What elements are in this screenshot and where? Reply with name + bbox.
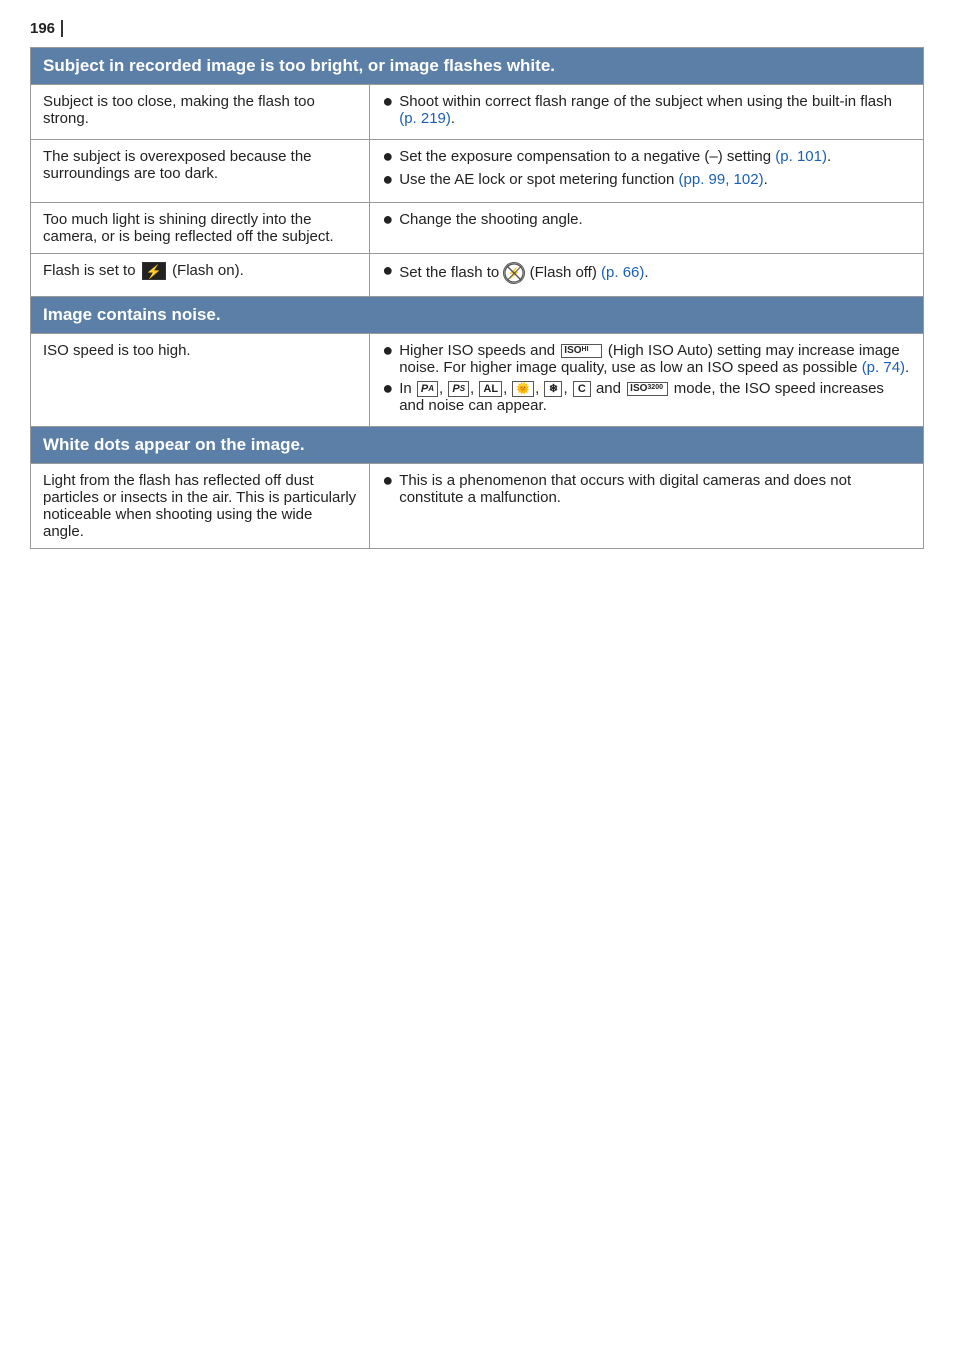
row-flash-on-left: Flash is set to ⚡ (Flash on).	[31, 254, 370, 297]
page-link[interactable]: (p. 66)	[601, 264, 644, 281]
mode-icon-pa: PA	[417, 381, 438, 397]
list-item: ● Change the shooting angle.	[382, 211, 911, 230]
flash-off-svg: ⚡	[504, 262, 524, 284]
bullet-text: Use the AE lock or spot metering functio…	[399, 171, 768, 188]
bullet-list: ● This is a phenomenon that occurs with …	[382, 472, 911, 506]
section-dots-header: White dots appear on the image.	[31, 427, 924, 464]
row-dust: Light from the flash has reflected off d…	[31, 464, 924, 549]
row-overexposed: The subject is overexposed because the s…	[31, 140, 924, 203]
page-number: 196	[30, 20, 63, 37]
row-overexposed-left: The subject is overexposed because the s…	[31, 140, 370, 203]
bullet-text: This is a phenomenon that occurs with di…	[399, 472, 911, 506]
bullet-icon: ●	[382, 470, 393, 491]
list-item: ● Set the flash to ⚡ (Flash off) (p. 66)…	[382, 262, 911, 284]
mode-icon-c: C	[573, 381, 591, 397]
page-link[interactable]: (p. 101)	[775, 148, 827, 165]
row-too-close: Subject is too close, making the flash t…	[31, 85, 924, 140]
list-item: ● Higher ISO speeds and ISOHI (High ISO …	[382, 342, 911, 376]
iso-hi-icon: ISOHI	[561, 344, 601, 358]
list-item: ● Set the exposure compensation to a neg…	[382, 148, 911, 167]
content-table: Subject in recorded image is too bright,…	[30, 47, 924, 549]
row-flash-on-right: ● Set the flash to ⚡ (Flash off) (p. 66)…	[370, 254, 924, 297]
section-bright-header: Subject in recorded image is too bright,…	[31, 48, 924, 85]
row-light-shining-right: ● Change the shooting angle.	[370, 203, 924, 254]
page-link[interactable]: (p. 74)	[862, 359, 905, 376]
flash-on-icon: ⚡	[142, 262, 166, 280]
bullet-text: Change the shooting angle.	[399, 211, 582, 228]
bullet-list: ● Change the shooting angle.	[382, 211, 911, 230]
row-too-close-left: Subject is too close, making the flash t…	[31, 85, 370, 140]
row-dust-right: ● This is a phenomenon that occurs with …	[370, 464, 924, 549]
mode-icon-al: AL	[479, 381, 502, 397]
flash-on-text: Flash is set to	[43, 262, 140, 279]
section-noise-header-row: Image contains noise.	[31, 297, 924, 334]
bullet-text: In PA, PS, AL, 🌞, ❄, C and ISO3200 mode,	[399, 380, 911, 414]
iso-3200-icon: ISO3200	[627, 382, 667, 396]
list-item: ● Shoot within correct flash range of th…	[382, 93, 911, 127]
mode-icon-snow: ❄	[544, 381, 562, 397]
row-too-close-right: ● Shoot within correct flash range of th…	[370, 85, 924, 140]
row-iso-high-left: ISO speed is too high.	[31, 334, 370, 427]
bullet-text: Higher ISO speeds and ISOHI (High ISO Au…	[399, 342, 911, 376]
row-overexposed-right: ● Set the exposure compensation to a neg…	[370, 140, 924, 203]
bullet-icon: ●	[382, 91, 393, 112]
bullet-list: ● Higher ISO speeds and ISOHI (High ISO …	[382, 342, 911, 414]
bullet-list: ● Set the flash to ⚡ (Flash off) (p. 66)…	[382, 262, 911, 284]
page-link[interactable]: (pp. 99, 102)	[679, 171, 764, 188]
bullet-list: ● Shoot within correct flash range of th…	[382, 93, 911, 127]
bullet-icon: ●	[382, 169, 393, 190]
row-light-shining-left: Too much light is shining directly into …	[31, 203, 370, 254]
bullet-icon: ●	[382, 378, 393, 399]
row-flash-on: Flash is set to ⚡ (Flash on). ● Set the …	[31, 254, 924, 297]
row-iso-high-right: ● Higher ISO speeds and ISOHI (High ISO …	[370, 334, 924, 427]
mode-icon-beach: 🌞	[512, 381, 534, 397]
page-link[interactable]: (p. 219)	[399, 110, 451, 127]
bullet-text: Set the exposure compensation to a negat…	[399, 148, 831, 165]
section-bright-header-row: Subject in recorded image is too bright,…	[31, 48, 924, 85]
list-item: ● Use the AE lock or spot metering funct…	[382, 171, 911, 190]
row-light-shining: Too much light is shining directly into …	[31, 203, 924, 254]
mode-icon-ps: PS	[448, 381, 469, 397]
section-dots-header-row: White dots appear on the image.	[31, 427, 924, 464]
bullet-text: Shoot within correct flash range of the …	[399, 93, 911, 127]
bullet-icon: ●	[382, 260, 393, 281]
bullet-icon: ●	[382, 209, 393, 230]
section-noise-header: Image contains noise.	[31, 297, 924, 334]
page-wrapper: 196 Subject in recorded image is too bri…	[30, 20, 924, 549]
flash-on-label: (Flash on).	[172, 262, 244, 279]
list-item: ● In PA, PS, AL, 🌞, ❄, C and ISO3200	[382, 380, 911, 414]
bullet-icon: ●	[382, 146, 393, 167]
row-dust-left: Light from the flash has reflected off d…	[31, 464, 370, 549]
bullet-list: ● Set the exposure compensation to a neg…	[382, 148, 911, 190]
flash-off-icon: ⚡	[503, 262, 525, 284]
row-iso-high: ISO speed is too high. ● Higher ISO spee…	[31, 334, 924, 427]
list-item: ● This is a phenomenon that occurs with …	[382, 472, 911, 506]
bullet-icon: ●	[382, 340, 393, 361]
page-number-area: 196	[30, 20, 924, 37]
bullet-text: Set the flash to ⚡ (Flash off) (p. 66).	[399, 262, 648, 284]
